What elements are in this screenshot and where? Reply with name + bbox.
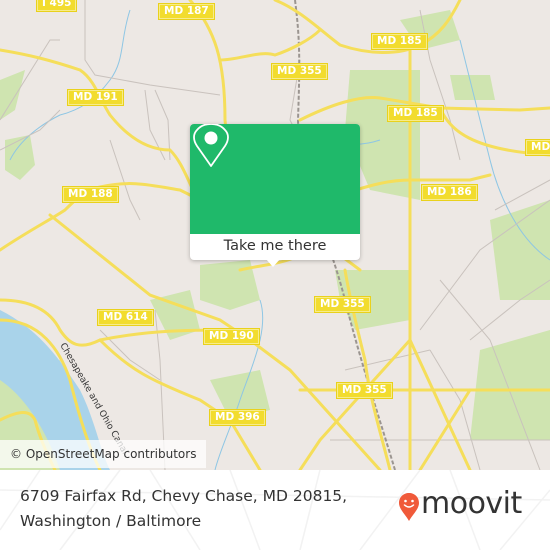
road-shield-md396: MD 396 — [209, 409, 266, 426]
moovit-pin-icon — [399, 493, 419, 521]
road-shield-md185: MD 185 — [371, 33, 428, 50]
road-shield-md355: MD 355 — [271, 63, 328, 80]
road-shield-md-edge: MD — [524, 139, 550, 156]
road-shield-md190: MD 190 — [203, 328, 260, 345]
popup-pointer — [266, 259, 280, 267]
road-shield-md186: MD 186 — [421, 184, 478, 201]
road-shield-md185-2: MD 185 — [387, 105, 444, 122]
popup-header — [190, 124, 360, 234]
road-shield-md355-2: MD 355 — [314, 296, 371, 313]
address: 6709 Fairfax Rd, Chevy Chase, MD 20815, … — [20, 484, 347, 534]
map[interactable]: Chesapeake and Ohio Canal I 495 MD 187 M… — [0, 0, 550, 470]
road-shield-md187: MD 187 — [158, 3, 215, 20]
map-attribution[interactable]: © OpenStreetMap contributors — [0, 440, 207, 468]
footer: 6709 Fairfax Rd, Chevy Chase, MD 20815, … — [0, 470, 550, 550]
road-shield-md188: MD 188 — [62, 186, 119, 203]
location-popup: Take me there — [190, 124, 360, 267]
map-pin-icon — [193, 124, 229, 167]
road-shield-md614: MD 614 — [97, 309, 154, 326]
road-shield-md191: MD 191 — [67, 89, 124, 106]
road-shield-i495: I 495 — [35, 0, 78, 12]
address-line-2: Washington / Baltimore — [20, 512, 202, 530]
take-me-there-button[interactable]: Take me there — [190, 234, 360, 260]
road-shield-md355-3: MD 355 — [336, 382, 393, 399]
moovit-wordmark: moovit — [421, 486, 522, 521]
address-line-1: 6709 Fairfax Rd, Chevy Chase, MD 20815, — [20, 487, 348, 505]
